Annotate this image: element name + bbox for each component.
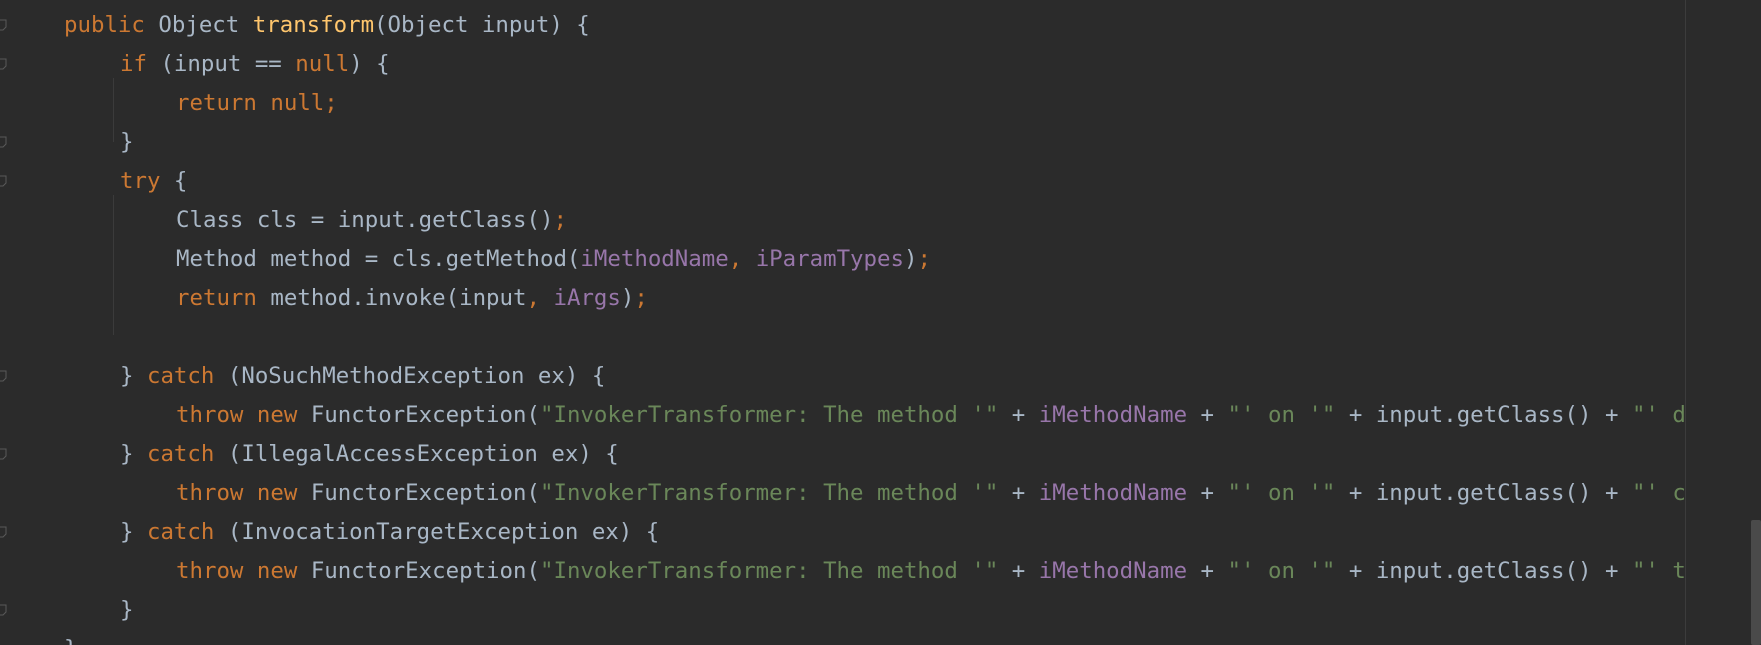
code-token: ) xyxy=(620,285,635,311)
code-token: method.invoke(input xyxy=(270,285,527,311)
code-token: } xyxy=(120,129,134,155)
code-token: (NoSuchMethodException ex) { xyxy=(227,363,606,389)
code-line[interactable]: } xyxy=(120,123,133,162)
fold-marker-icon[interactable] xyxy=(0,175,8,187)
code-token: "' on '" xyxy=(1227,558,1336,584)
code-token: "' on '" xyxy=(1227,480,1336,506)
code-token: } xyxy=(64,636,77,645)
code-token: "InvokerTransformer: The method '" xyxy=(539,402,999,428)
code-token: Object xyxy=(158,12,253,38)
code-token: (Object input) { xyxy=(374,12,590,38)
code-token: try xyxy=(120,168,174,194)
code-token: + xyxy=(1187,480,1228,506)
code-token: throw new xyxy=(176,558,311,584)
code-line[interactable]: public Object transform(Object input) { xyxy=(64,6,590,45)
code-token: + input.getClass() + xyxy=(1335,558,1632,584)
code-token: + input.getClass() + xyxy=(1335,480,1632,506)
code-line[interactable]: if (input == null) { xyxy=(120,45,390,84)
code-token: catch xyxy=(146,363,228,389)
code-line[interactable]: } xyxy=(64,630,77,645)
code-line[interactable]: Method method = cls.getMethod(iMethodNam… xyxy=(176,240,931,279)
code-token: } xyxy=(120,363,147,389)
code-token: catch xyxy=(146,441,228,467)
code-token: Method method = cls.getMethod( xyxy=(176,246,581,272)
code-line[interactable]: throw new FunctorException("InvokerTrans… xyxy=(176,474,1686,513)
code-token: "InvokerTransformer: The method '" xyxy=(539,558,999,584)
code-token: + xyxy=(998,558,1039,584)
code-token: + xyxy=(1187,402,1228,428)
indent-guide xyxy=(113,78,114,142)
code-token: "' do xyxy=(1631,402,1686,428)
code-line[interactable]: Class cls = input.getClass(); xyxy=(176,201,567,240)
code-token: + xyxy=(1187,558,1228,584)
code-token: iMethodName xyxy=(1038,480,1188,506)
code-token: iArgs xyxy=(553,285,621,311)
code-token: "' th xyxy=(1631,558,1686,584)
vertical-scrollbar[interactable] xyxy=(1685,0,1761,645)
code-token: (InvocationTargetException ex) { xyxy=(227,519,660,545)
code-token: ; xyxy=(553,207,567,233)
code-token: , xyxy=(728,246,756,272)
fold-marker-icon[interactable] xyxy=(0,19,8,31)
code-token: return xyxy=(176,285,271,311)
code-token: FunctorException( xyxy=(310,402,540,428)
code-area[interactable]: public Object transform(Object input) {i… xyxy=(64,0,1686,645)
code-token: throw new xyxy=(176,480,311,506)
code-token: "' on '" xyxy=(1227,402,1336,428)
code-token: ) { xyxy=(349,51,390,77)
code-token: } xyxy=(120,441,147,467)
code-token: (input == xyxy=(160,51,296,77)
code-line[interactable]: } catch (InvocationTargetException ex) { xyxy=(120,513,659,552)
code-token: "' ca xyxy=(1631,480,1686,506)
code-token: catch xyxy=(146,519,228,545)
fold-marker-icon[interactable] xyxy=(0,136,8,148)
code-token: throw new xyxy=(176,402,311,428)
editor-gutter xyxy=(0,0,48,645)
code-line[interactable]: } xyxy=(120,591,133,630)
fold-marker-icon[interactable] xyxy=(0,448,8,460)
code-token: iParamTypes xyxy=(755,246,904,272)
code-token: FunctorException( xyxy=(310,480,540,506)
code-line[interactable]: return method.invoke(input, iArgs); xyxy=(176,279,648,318)
code-token: transform xyxy=(252,12,375,38)
code-line[interactable]: } catch (IllegalAccessException ex) { xyxy=(120,435,619,474)
fold-marker-icon[interactable] xyxy=(0,604,8,616)
code-token: return null; xyxy=(176,90,338,116)
code-line[interactable]: throw new FunctorException("InvokerTrans… xyxy=(176,396,1686,435)
code-token: { xyxy=(173,168,188,194)
indent-guide xyxy=(113,195,114,335)
code-token: } xyxy=(120,597,134,623)
code-line[interactable]: throw new FunctorException("InvokerTrans… xyxy=(176,552,1686,591)
code-token: iMethodName xyxy=(580,246,729,272)
code-token: ) xyxy=(903,246,918,272)
code-token: Class cls = input.getClass() xyxy=(176,207,554,233)
fold-marker-icon[interactable] xyxy=(0,370,8,382)
code-line[interactable]: } catch (NoSuchMethodException ex) { xyxy=(120,357,605,396)
code-editor[interactable]: public Object transform(Object input) {i… xyxy=(0,0,1761,645)
code-token: + xyxy=(998,480,1039,506)
code-token: + input.getClass() + xyxy=(1335,402,1632,428)
code-token: + xyxy=(998,402,1039,428)
code-token: public xyxy=(64,12,159,38)
code-token: , xyxy=(526,285,554,311)
code-line[interactable]: return null; xyxy=(176,84,338,123)
code-token: (IllegalAccessException ex) { xyxy=(227,441,619,467)
code-token: null xyxy=(295,51,350,77)
code-token: iMethodName xyxy=(1038,402,1188,428)
code-token: "InvokerTransformer: The method '" xyxy=(539,480,999,506)
code-line[interactable]: try { xyxy=(120,162,187,201)
fold-marker-icon[interactable] xyxy=(0,58,8,70)
code-token: } xyxy=(120,519,147,545)
code-token: FunctorException( xyxy=(310,558,540,584)
code-token: iMethodName xyxy=(1038,558,1188,584)
scrollbar-thumb[interactable] xyxy=(1751,520,1761,645)
code-token: ; xyxy=(634,285,648,311)
code-token: if xyxy=(120,51,161,77)
fold-marker-icon[interactable] xyxy=(0,526,8,538)
code-token: ; xyxy=(917,246,931,272)
